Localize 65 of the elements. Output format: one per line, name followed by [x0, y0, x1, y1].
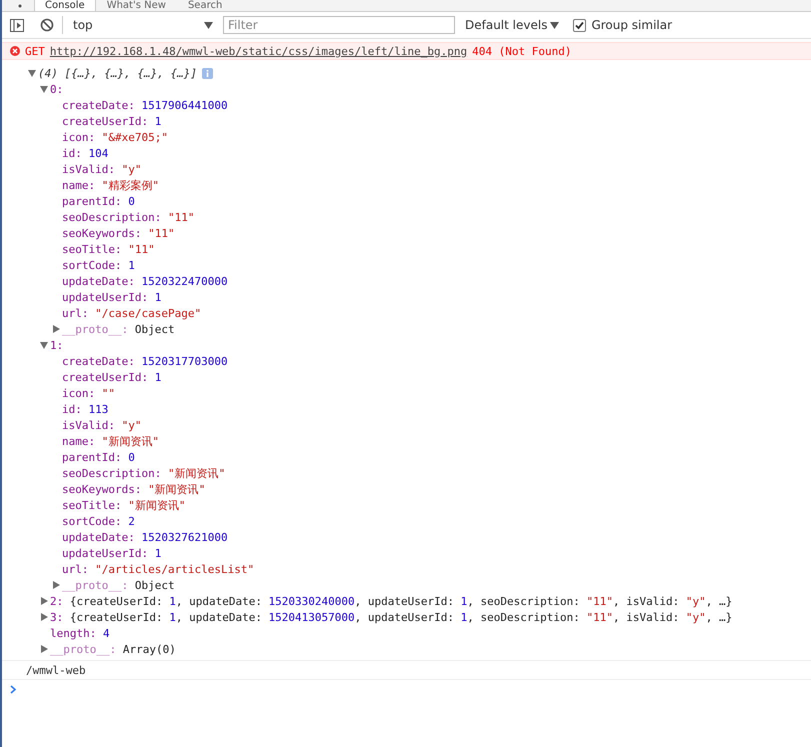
property-line: updateDate: 1520327621000: [62, 530, 228, 544]
collapsed-arrow-icon[interactable]: [52, 325, 60, 333]
property-line: id: 104: [62, 146, 108, 160]
group-similar-checkbox[interactable]: [573, 18, 586, 32]
property-line[interactable]: 1:: [50, 338, 64, 352]
filter-field[interactable]: Filter: [223, 16, 455, 34]
request-method: GET: [25, 44, 45, 58]
context-select[interactable]: top: [71, 18, 215, 32]
property-line: name: "精彩案例": [62, 178, 159, 192]
property-line: isValid: "y": [62, 162, 142, 176]
log-message: /wmwl-web: [26, 664, 86, 676]
property-line: parentId: 0: [62, 450, 135, 464]
property-line: createUserId: 1: [62, 370, 162, 384]
property-line: sortCode: 1: [62, 258, 135, 272]
property-line: icon: "&#xe705;": [62, 130, 168, 144]
property-line: isValid: "y": [62, 418, 142, 432]
property-line: createDate: 1517906441000: [62, 98, 228, 112]
sidebar-toggle-icon[interactable]: [10, 18, 24, 32]
panel-tab[interactable]: Console: [34, 0, 96, 11]
checkbox-label: Group similar: [591, 18, 672, 32]
dropdown-caret-icon: [204, 22, 213, 28]
expanded-arrow-icon[interactable]: [40, 341, 48, 349]
property-line: parentId: 0: [62, 194, 135, 208]
property-line[interactable]: 3: {createUserId: 1, updateDate: 1520413057000, updateUserId: 1, seoDescription: "11", isValid: "y", …}: [50, 610, 732, 624]
property-line: updateUserId: 1: [62, 546, 162, 560]
property-line: seoTitle: "新闻资讯": [62, 498, 186, 512]
property-line: createUserId: 1: [62, 114, 162, 128]
panel-tab[interactable]: What's New: [96, 0, 177, 11]
property-line: seoKeywords: "11": [62, 226, 175, 240]
collapsed-arrow-icon[interactable]: [40, 597, 48, 605]
property-line: url: "/articles/articlesList": [62, 562, 254, 576]
property-line[interactable]: 2: {createUserId: 1, updateDate: 1520330240000, updateUserId: 1, seoDescription: "11", isValid: "y", …}: [50, 594, 732, 608]
property-line: id: 113: [62, 402, 108, 416]
property-line: seoKeywords: "新闻资讯": [62, 482, 206, 496]
property-line: length: 4: [50, 626, 110, 640]
property-line: createDate: 1520317703000: [62, 354, 228, 368]
info-icon: [202, 68, 213, 78]
expanded-arrow-icon[interactable]: [40, 85, 48, 93]
request-url-link[interactable]: http://192.168.1.48/wmwl-web/static/css/images/left/line_bg.png: [50, 44, 468, 58]
property-line[interactable]: __proto__: Object: [62, 322, 175, 336]
property-line: updateDate: 1520322470000: [62, 274, 228, 288]
prompt-chevron-icon: [10, 684, 17, 694]
collapsed-arrow-icon[interactable]: [40, 645, 48, 653]
collapsed-arrow-icon[interactable]: [52, 581, 60, 589]
property-line: seoDescription: "新闻资讯": [62, 466, 226, 480]
levels-dropdown[interactable]: Default levels: [465, 18, 560, 32]
collapsed-arrow-icon[interactable]: [40, 613, 48, 621]
property-line: seoTitle: "11": [62, 242, 155, 256]
property-line: icon: "": [62, 386, 115, 400]
menu-dot-icon[interactable]: [18, 4, 22, 8]
property-line: updateUserId: 1: [62, 290, 162, 304]
property-line[interactable]: __proto__: Object: [62, 578, 175, 592]
property-line[interactable]: 0:: [50, 82, 64, 96]
error-icon: [10, 46, 20, 56]
clear-console-icon[interactable]: [40, 18, 54, 32]
property-line: name: "新闻资讯": [62, 434, 159, 448]
array-summary[interactable]: (4) [{…}, {…}, {…}, {…}]: [38, 66, 197, 80]
property-line: seoDescription: "11": [62, 210, 194, 224]
expanded-arrow-icon[interactable]: [28, 69, 36, 77]
property-line: url: "/case/casePage": [62, 306, 202, 320]
dropdown-caret-icon: [550, 22, 560, 28]
status-text: 404 (Not Found): [472, 44, 572, 58]
panel-tab[interactable]: Search: [176, 0, 234, 11]
property-line: sortCode: 2: [62, 514, 135, 528]
property-line[interactable]: __proto__: Array(0): [50, 642, 176, 656]
